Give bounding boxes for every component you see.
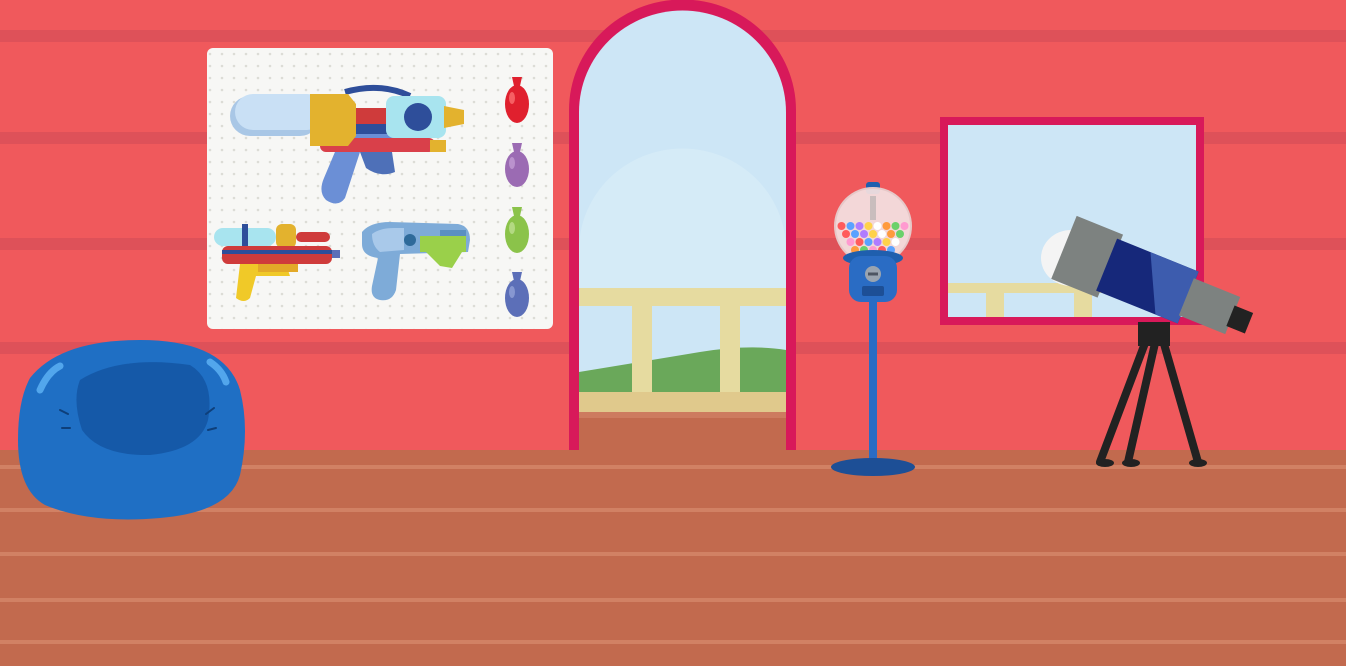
gumball (846, 238, 855, 246)
gumball (882, 238, 891, 246)
gumball (873, 238, 882, 246)
gumball (846, 222, 855, 230)
gumball (851, 230, 859, 238)
gumball (842, 230, 850, 238)
beanbag-chair[interactable] (18, 340, 245, 520)
gumball (896, 230, 904, 238)
gumball (864, 222, 873, 230)
gumball (887, 230, 895, 238)
gumball (900, 222, 909, 230)
gumball (864, 238, 873, 246)
gumball (891, 238, 900, 246)
arched-doorway[interactable] (569, 0, 796, 451)
gumball (869, 230, 877, 238)
playroom-scene (0, 0, 1346, 666)
gumball (855, 222, 864, 230)
gumball (860, 230, 868, 238)
gumball (855, 238, 864, 246)
gumball (873, 222, 882, 230)
gumball (891, 222, 900, 230)
gumball (878, 230, 886, 238)
gumball (837, 222, 846, 230)
gumball (882, 222, 891, 230)
